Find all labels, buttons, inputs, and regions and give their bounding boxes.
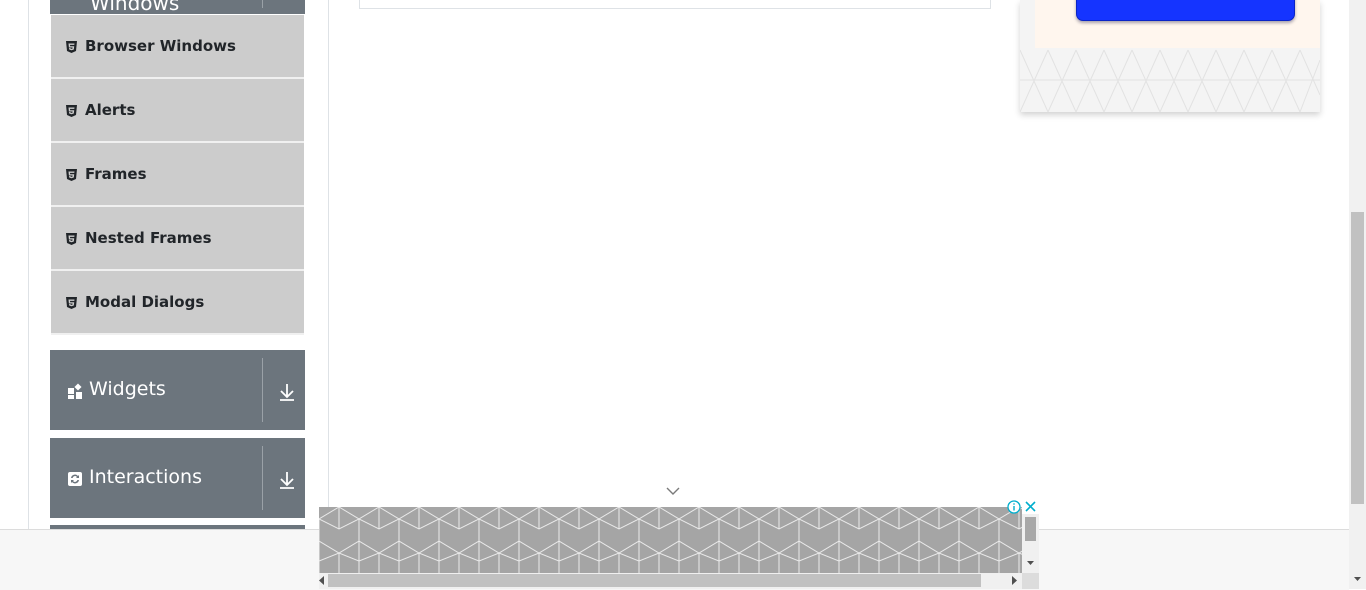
html5-icon xyxy=(66,233,77,245)
page-scrollbar-thumb[interactable] xyxy=(1351,212,1364,504)
ad-horizontal-scrollbar-thumb[interactable] xyxy=(328,574,981,587)
sidebar-item-modal-dialogs[interactable]: Modal Dialogs xyxy=(51,271,304,335)
group-title: Widgets xyxy=(89,378,166,400)
group-title: Interactions xyxy=(89,466,202,488)
widgets-icon xyxy=(68,383,82,399)
sidebar-item-label: Frames xyxy=(85,165,147,183)
group-separator xyxy=(262,446,263,510)
sidebar-item-frames[interactable]: Frames xyxy=(51,143,304,207)
sidebar-divider xyxy=(328,0,329,529)
html5-icon xyxy=(66,297,77,309)
scroll-left-arrow-icon[interactable] xyxy=(319,576,325,585)
side-advertisement[interactable] xyxy=(1020,0,1320,112)
content-panel xyxy=(359,0,991,9)
left-border-line xyxy=(28,0,29,529)
bottom-advertisement[interactable] xyxy=(319,507,1022,573)
html5-icon xyxy=(66,105,77,117)
ad-cube-pattern xyxy=(319,507,1022,573)
group-header-alerts-frames-windows[interactable]: Windows xyxy=(50,0,305,14)
chevron-down-icon[interactable] xyxy=(665,486,681,496)
download-arrow-icon[interactable] xyxy=(278,382,296,402)
group-header-widgets[interactable]: Widgets xyxy=(50,350,305,430)
download-arrow-icon[interactable] xyxy=(278,470,296,490)
ad-info-icon[interactable] xyxy=(1007,500,1021,514)
sidebar-item-browser-windows[interactable]: Browser Windows xyxy=(51,15,304,79)
group-header-interactions[interactable]: Interactions xyxy=(50,438,305,518)
sidebar-item-label: Alerts xyxy=(85,101,136,119)
html5-icon xyxy=(66,169,77,181)
scroll-down-arrow-icon[interactable] xyxy=(1350,572,1365,587)
ad-vertical-scrollbar-thumb[interactable] xyxy=(1025,517,1036,541)
group-separator xyxy=(262,0,263,8)
sidebar-item-nested-frames[interactable]: Nested Frames xyxy=(51,207,304,271)
html5-icon xyxy=(66,41,77,53)
group-separator xyxy=(262,358,263,422)
ad-scrollbar-corner xyxy=(1022,573,1039,589)
sidebar-item-label: Browser Windows xyxy=(85,37,236,55)
scroll-down-arrow-icon[interactable] xyxy=(1026,560,1035,566)
ad-vertical-scrollbar[interactable] xyxy=(1022,514,1039,573)
group-title: Windows xyxy=(90,0,180,14)
close-icon[interactable] xyxy=(1024,500,1037,513)
interactions-icon xyxy=(68,472,82,486)
sidebar-item-label: Nested Frames xyxy=(85,229,212,247)
sidebar-item-alerts[interactable]: Alerts xyxy=(51,79,304,143)
sidebar-item-label: Modal Dialogs xyxy=(85,293,205,311)
ad-horizontal-scrollbar[interactable] xyxy=(319,573,1022,589)
ad-cta-button[interactable] xyxy=(1076,0,1295,21)
scroll-right-arrow-icon[interactable] xyxy=(1011,576,1017,585)
